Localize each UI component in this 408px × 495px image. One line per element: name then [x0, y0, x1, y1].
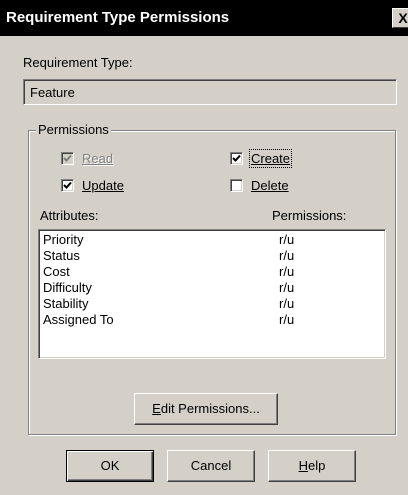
requirement-type-field: Feature — [23, 79, 397, 105]
cancel-label: Cancel — [190, 458, 232, 473]
edit-permissions-label: dit Permissions... — [160, 401, 260, 416]
requirement-type-permissions-dialog: Requirement Type Permissions X Requireme… — [0, 0, 408, 495]
edit-permissions-accel: E — [152, 401, 161, 416]
edit-permissions-button[interactable]: Edit Permissions... — [134, 393, 278, 425]
help-button[interactable]: Help — [268, 450, 356, 482]
list-item[interactable]: Priority r/u — [43, 232, 373, 248]
attributes-column-header: Attributes: — [40, 208, 99, 223]
attribute-permission: r/u — [279, 264, 295, 279]
requirement-type-label: Requirement Type: — [23, 55, 133, 70]
delete-label: Delete — [251, 178, 289, 193]
read-checkbox-box — [61, 152, 74, 165]
update-label-text: Update — [82, 178, 124, 193]
checkmark-icon — [63, 181, 72, 189]
list-item[interactable]: Stability r/u — [43, 296, 373, 312]
checkmark-icon — [63, 154, 72, 162]
help-label: elp — [308, 458, 326, 473]
checkmark-icon — [232, 154, 241, 162]
attribute-permission: r/u — [279, 232, 295, 247]
ok-button[interactable]: OK — [66, 450, 154, 482]
cancel-button[interactable]: Cancel — [167, 450, 255, 482]
help-accel: H — [298, 458, 309, 473]
attribute-name: Priority — [43, 232, 84, 247]
close-icon: X — [398, 10, 408, 26]
delete-label-text: Delete — [251, 178, 289, 193]
requirement-type-value: Feature — [30, 85, 75, 100]
attribute-permission: r/u — [279, 296, 295, 311]
read-label-text: Read — [82, 151, 114, 166]
title-bar[interactable]: Requirement Type Permissions X — [0, 0, 408, 36]
attributes-listbox[interactable]: Priority r/u Status r/u Cost r/u Difficu… — [38, 229, 386, 359]
close-button[interactable]: X — [392, 8, 408, 28]
list-item[interactable]: Assigned To r/u — [43, 312, 373, 328]
attribute-name: Status — [43, 248, 80, 263]
create-checkbox-box[interactable] — [230, 152, 243, 165]
list-item[interactable]: Cost r/u — [43, 264, 373, 280]
attribute-permission: r/u — [279, 280, 295, 295]
update-label: Update — [82, 178, 124, 193]
attribute-permission: r/u — [279, 248, 295, 263]
attribute-name: Cost — [43, 264, 70, 279]
read-label: Read — [82, 151, 113, 166]
list-item[interactable]: Status r/u — [43, 248, 373, 264]
ok-label: OK — [100, 458, 120, 473]
permissions-column-header: Permissions: — [272, 208, 347, 223]
attribute-name: Assigned To — [43, 312, 114, 327]
permissions-group-label: Permissions — [36, 122, 111, 137]
attribute-name: Difficulty — [43, 280, 92, 295]
attribute-name: Stability — [43, 296, 89, 311]
create-label: Create — [248, 149, 293, 168]
window-title: Requirement Type Permissions — [6, 9, 230, 26]
attribute-permission: r/u — [279, 312, 295, 327]
update-checkbox-box[interactable] — [61, 179, 74, 192]
list-item[interactable]: Difficulty r/u — [43, 280, 373, 296]
create-label-text: Create — [251, 151, 291, 166]
delete-checkbox-box[interactable] — [230, 179, 243, 192]
